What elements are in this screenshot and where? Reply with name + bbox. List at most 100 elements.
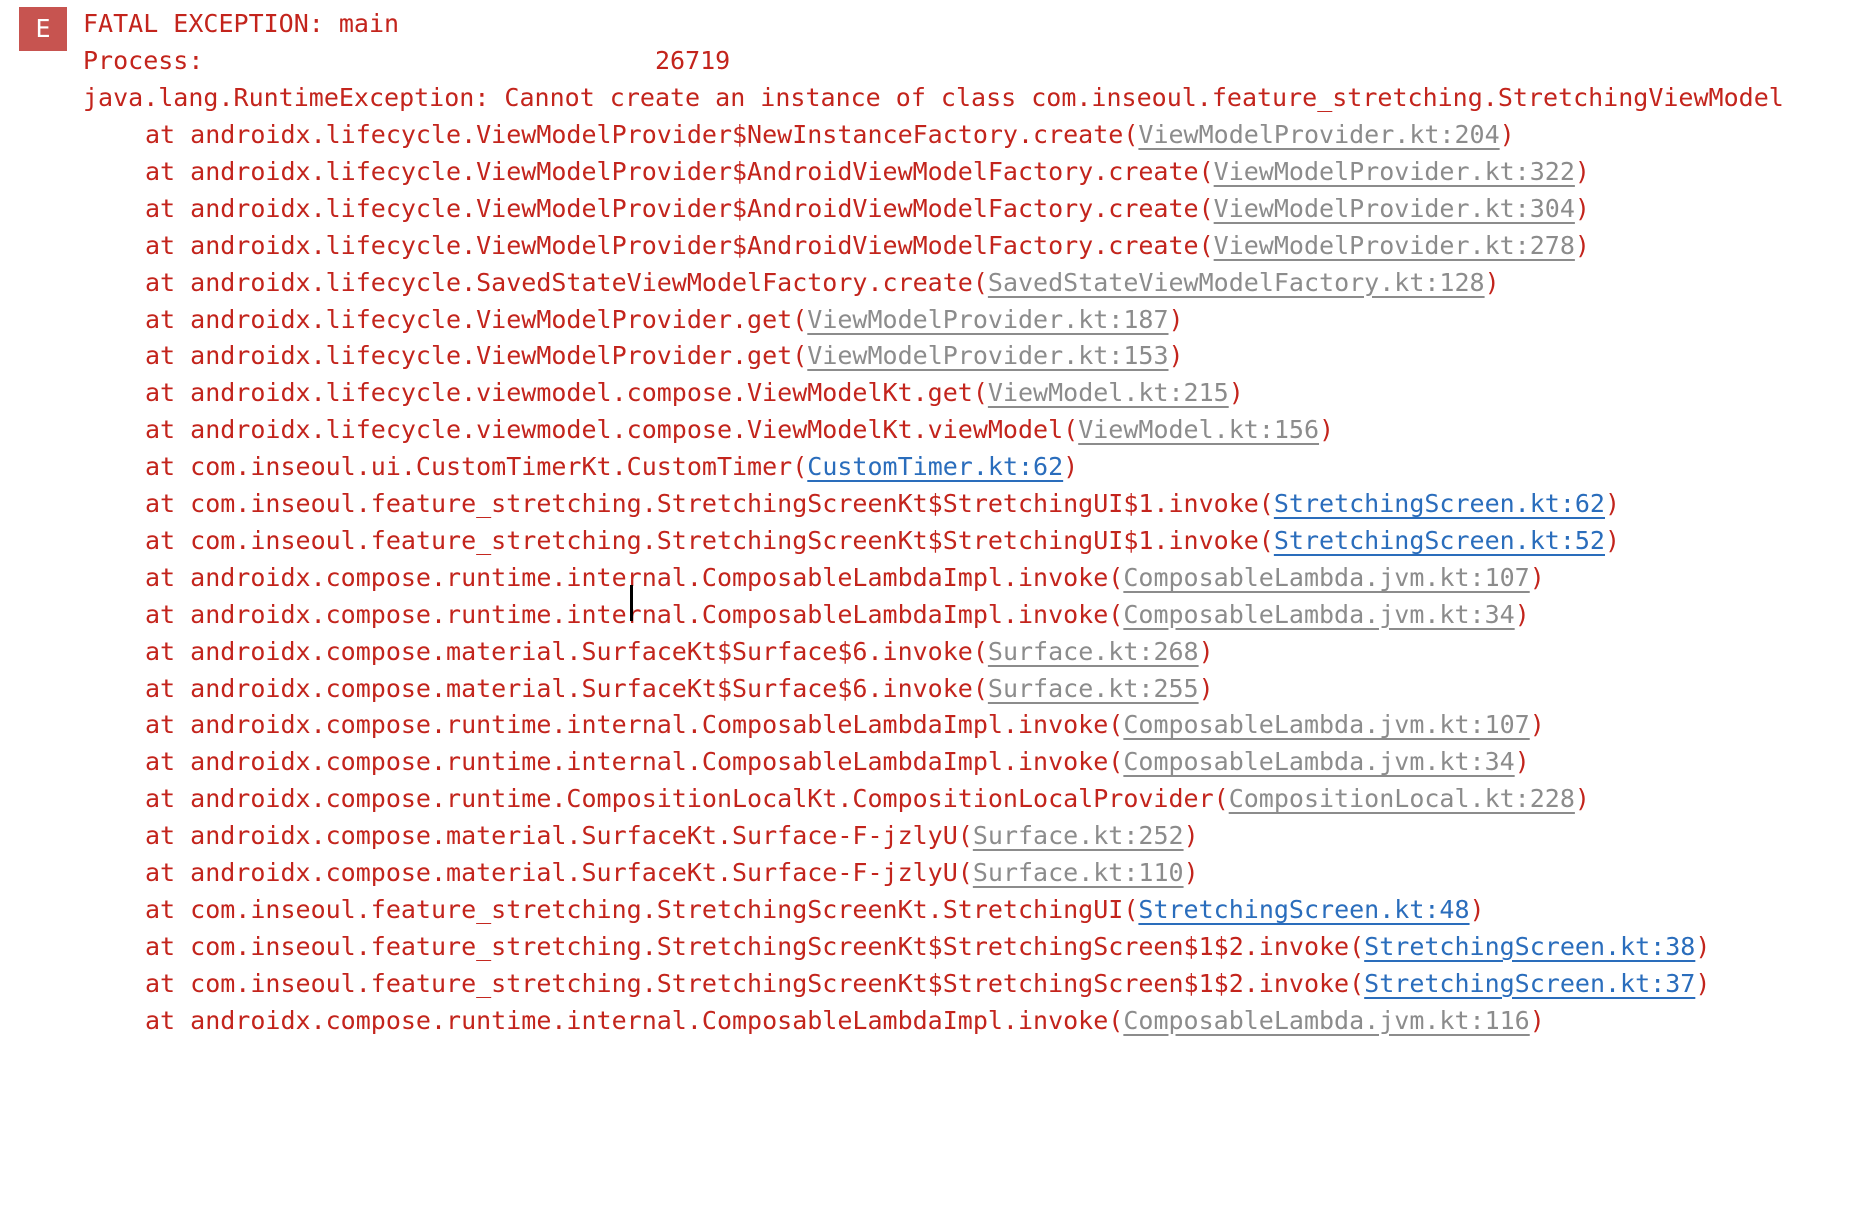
open-paren: ( bbox=[1108, 710, 1124, 740]
source-link[interactable]: ViewModel.kt:215 bbox=[988, 378, 1229, 407]
source-link[interactable]: SavedStateViewModelFactory.kt:128 bbox=[988, 268, 1485, 297]
process-spacer bbox=[203, 46, 655, 75]
process-id: 26719 bbox=[654, 46, 731, 75]
stack-frame-method: at androidx.compose.runtime.internal.Com… bbox=[145, 747, 1109, 777]
close-paren: ) bbox=[1198, 636, 1214, 666]
source-link[interactable]: StretchingScreen.kt:62 bbox=[1274, 489, 1605, 518]
source-link[interactable]: Surface.kt:252 bbox=[973, 821, 1184, 850]
source-link[interactable]: ComposableLambda.jvm.kt:34 bbox=[1123, 600, 1514, 629]
close-paren: ) bbox=[1168, 341, 1184, 371]
open-paren: ( bbox=[1349, 968, 1365, 998]
source-link[interactable]: ViewModelProvider.kt:153 bbox=[807, 341, 1168, 370]
stack-frame-line: at androidx.compose.runtime.internal.Com… bbox=[145, 999, 1545, 1043]
stack-frame-method: at androidx.compose.runtime.internal.Com… bbox=[145, 562, 1109, 592]
close-paren: ) bbox=[1063, 452, 1079, 482]
open-paren: ( bbox=[792, 452, 808, 482]
close-paren: ) bbox=[1695, 931, 1711, 961]
close-paren: ) bbox=[1183, 858, 1199, 887]
close-paren: ) bbox=[1574, 784, 1590, 814]
open-paren: ( bbox=[792, 341, 808, 371]
stack-frame-method: at androidx.compose.material.SurfaceKt.S… bbox=[145, 821, 958, 851]
source-link[interactable]: CustomTimer.kt:62 bbox=[807, 452, 1063, 481]
source-link[interactable]: Surface.kt:255 bbox=[988, 674, 1199, 703]
stack-frame-method: at com.inseoul.ui.CustomTimerKt.CustomTi… bbox=[145, 452, 793, 482]
open-paren: ( bbox=[1198, 230, 1214, 260]
source-link[interactable]: StretchingScreen.kt:52 bbox=[1274, 526, 1605, 555]
stack-frame-method: at androidx.lifecycle.ViewModelProvider$… bbox=[145, 230, 1199, 260]
open-paren: ( bbox=[1108, 599, 1124, 629]
source-link[interactable]: ComposableLambda.jvm.kt:34 bbox=[1123, 747, 1514, 776]
source-link[interactable]: ComposableLambda.jvm.kt:116 bbox=[1123, 1006, 1529, 1035]
stack-frame-method: at androidx.compose.material.SurfaceKt.S… bbox=[145, 858, 958, 887]
close-paren: ) bbox=[1529, 562, 1545, 592]
close-paren: ) bbox=[1228, 378, 1244, 408]
source-link[interactable]: ViewModelProvider.kt:278 bbox=[1214, 231, 1575, 260]
source-link[interactable]: Surface.kt:268 bbox=[988, 637, 1199, 666]
source-link[interactable]: StretchingScreen.kt:37 bbox=[1364, 969, 1695, 998]
close-paren: ) bbox=[1183, 821, 1199, 851]
open-paren: ( bbox=[1258, 525, 1274, 555]
close-paren: ) bbox=[1529, 1005, 1545, 1035]
close-paren: ) bbox=[1499, 120, 1515, 149]
source-link[interactable]: ViewModel.kt:156 bbox=[1078, 415, 1319, 444]
open-paren: ( bbox=[1213, 784, 1229, 814]
text-caret bbox=[630, 585, 633, 621]
stack-frame-method: at androidx.compose.runtime.CompositionL… bbox=[145, 784, 1214, 814]
open-paren: ( bbox=[1198, 193, 1214, 223]
open-paren: ( bbox=[1063, 415, 1079, 445]
open-paren: ( bbox=[1123, 120, 1139, 149]
close-paren: ) bbox=[1168, 304, 1184, 334]
stack-frame-method: at com.inseoul.feature_stretching.Stretc… bbox=[145, 968, 1350, 998]
close-paren: ) bbox=[1574, 230, 1590, 260]
stack-frame-method: at com.inseoul.feature_stretching.Stretc… bbox=[145, 525, 1259, 555]
close-paren: ) bbox=[1574, 156, 1590, 186]
open-paren: ( bbox=[1123, 894, 1139, 924]
stack-frame-method: at androidx.lifecycle.ViewModelProvider$… bbox=[145, 156, 1199, 186]
stack-frame-method: at androidx.compose.runtime.internal.Com… bbox=[145, 710, 1109, 740]
open-paren: ( bbox=[1108, 747, 1124, 777]
stack-frame-method: at androidx.lifecycle.ViewModelProvider$… bbox=[145, 120, 1124, 149]
close-paren: ) bbox=[1514, 747, 1530, 777]
open-paren: ( bbox=[1349, 931, 1365, 961]
open-paren: ( bbox=[972, 267, 988, 297]
source-link[interactable]: ViewModelProvider.kt:204 bbox=[1138, 120, 1499, 149]
open-paren: ( bbox=[972, 378, 988, 408]
stack-frame-method: at com.inseoul.feature_stretching.Stretc… bbox=[145, 931, 1350, 961]
open-paren: ( bbox=[1108, 562, 1124, 592]
source-link[interactable]: CompositionLocal.kt:228 bbox=[1229, 784, 1575, 813]
source-link[interactable]: StretchingScreen.kt:38 bbox=[1364, 932, 1695, 961]
stack-frame-method: at androidx.lifecycle.SavedStateViewMode… bbox=[145, 267, 973, 297]
open-paren: ( bbox=[972, 673, 988, 703]
stack-frame-method: at androidx.compose.runtime.internal.Com… bbox=[145, 1005, 1109, 1035]
close-paren: ) bbox=[1514, 599, 1530, 629]
close-paren: ) bbox=[1574, 193, 1590, 223]
open-paren: ( bbox=[957, 858, 973, 887]
close-paren: ) bbox=[1469, 894, 1485, 924]
logcat-output[interactable]: E FATAL EXCEPTION: main Process: 26719 j… bbox=[0, 0, 1872, 1232]
close-paren: ) bbox=[1605, 525, 1621, 555]
open-paren: ( bbox=[972, 636, 988, 666]
source-link[interactable]: ComposableLambda.jvm.kt:107 bbox=[1123, 710, 1529, 739]
open-paren: ( bbox=[1258, 489, 1274, 518]
open-paren: ( bbox=[957, 821, 973, 851]
close-paren: ) bbox=[1198, 673, 1214, 703]
close-paren: ) bbox=[1695, 968, 1711, 998]
close-paren: ) bbox=[1529, 710, 1545, 740]
source-link[interactable]: ViewModelProvider.kt:322 bbox=[1214, 157, 1575, 186]
open-paren: ( bbox=[1108, 1005, 1124, 1035]
source-link[interactable]: ComposableLambda.jvm.kt:107 bbox=[1123, 563, 1529, 592]
stack-frame-method: at androidx.lifecycle.ViewModelProvider.… bbox=[145, 341, 793, 371]
stack-frame-method: at com.inseoul.feature_stretching.Stretc… bbox=[145, 489, 1259, 518]
source-link[interactable]: ViewModelProvider.kt:304 bbox=[1214, 194, 1575, 223]
source-link[interactable]: ViewModelProvider.kt:187 bbox=[807, 305, 1168, 334]
stack-frame-method: at androidx.compose.runtime.internal.Com… bbox=[145, 599, 1109, 629]
close-paren: ) bbox=[1484, 267, 1500, 297]
close-paren: ) bbox=[1605, 489, 1621, 518]
error-level-badge: E bbox=[19, 7, 67, 51]
stack-frame-method: at androidx.lifecycle.viewmodel.compose.… bbox=[145, 378, 973, 408]
source-link[interactable]: StretchingScreen.kt:48 bbox=[1138, 895, 1469, 924]
close-paren: ) bbox=[1319, 415, 1335, 445]
stack-frame-method: at androidx.lifecycle.viewmodel.compose.… bbox=[145, 415, 1064, 445]
source-link[interactable]: Surface.kt:110 bbox=[973, 858, 1184, 887]
stack-frame-method: at androidx.compose.material.SurfaceKt$S… bbox=[145, 673, 973, 703]
